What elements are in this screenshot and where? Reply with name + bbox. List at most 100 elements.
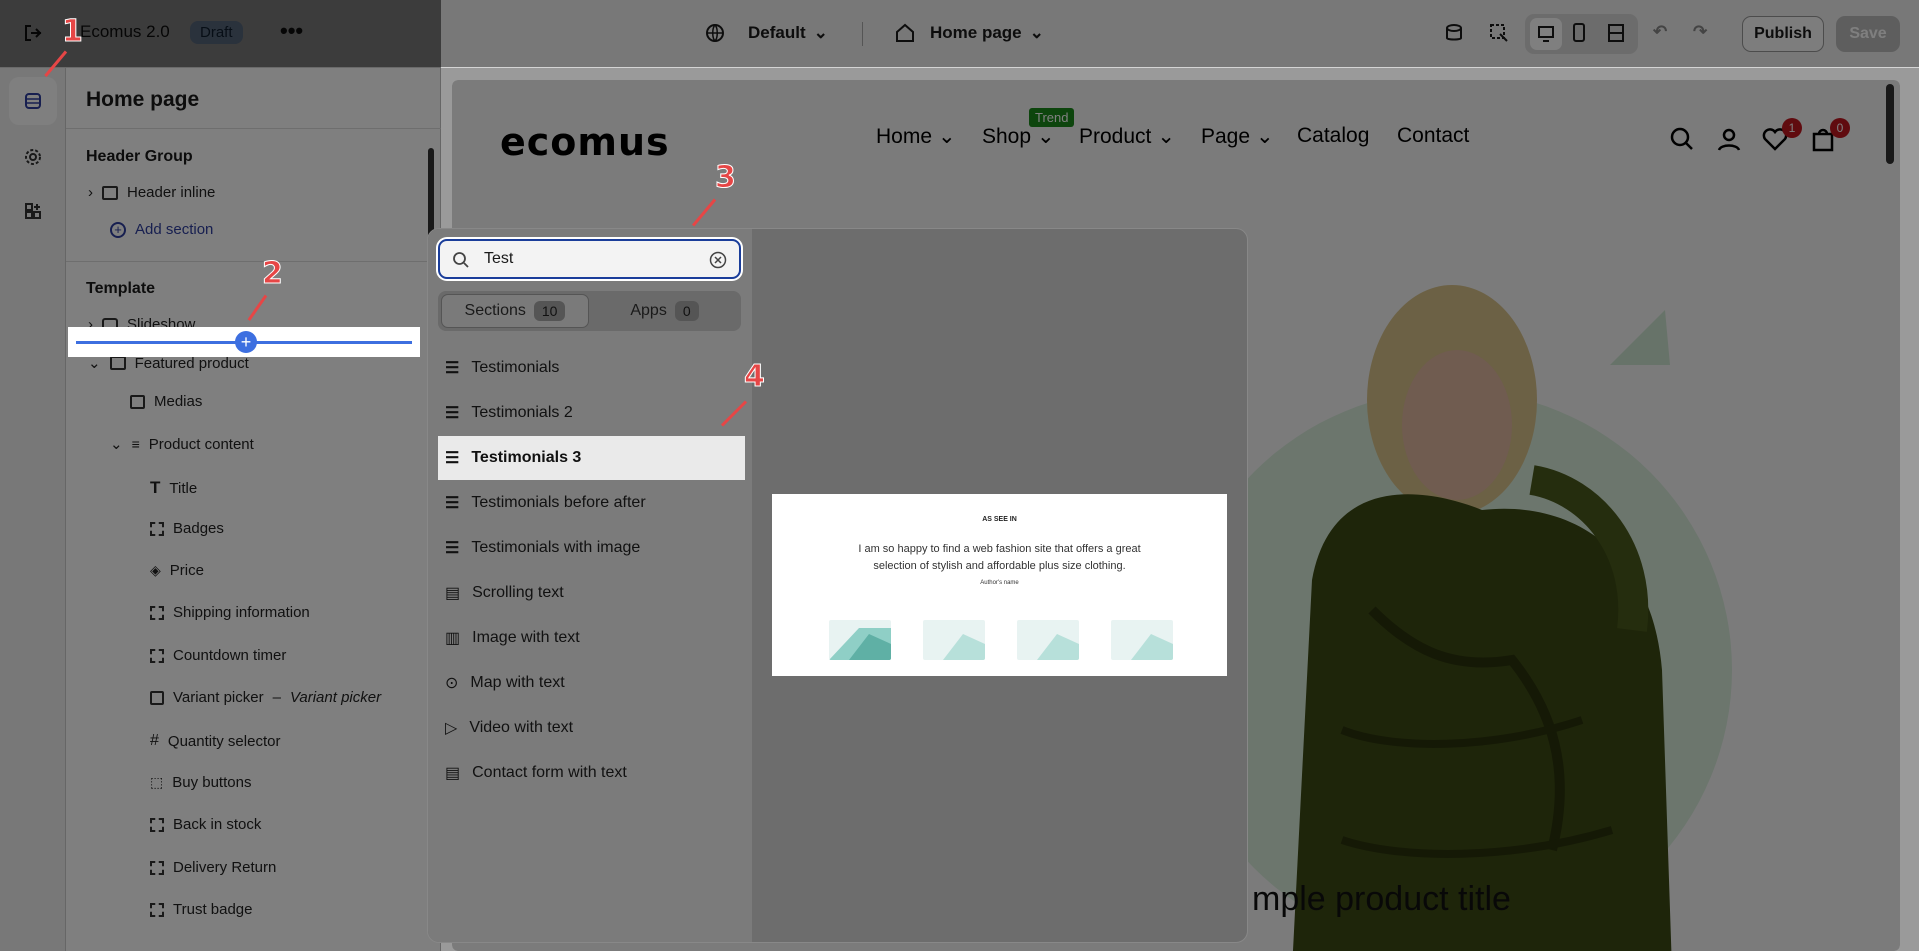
tree-item-quantity-selector[interactable]: # Quantity selector: [150, 732, 280, 750]
text-block-icon: ▤: [445, 765, 461, 782]
tree-item-delivery-return[interactable]: Delivery Return: [150, 859, 276, 876]
section-option-scrolling-text[interactable]: ▤ Scrolling text: [438, 571, 745, 615]
section-option-testimonials-before-after[interactable]: ☰ Testimonials before after: [438, 481, 745, 525]
tree-item-product-content[interactable]: ⌄ ≡ Product content: [110, 435, 254, 454]
section-option-testimonials-2[interactable]: ☰ Testimonials 2: [438, 391, 745, 435]
plus-circle-icon: +: [110, 221, 126, 238]
tree-item-back-in-stock[interactable]: Back in stock: [150, 816, 261, 833]
drop-target-row: +: [68, 327, 420, 357]
section-option-contact-form-with-text[interactable]: ▤ Contact form with text: [438, 751, 745, 795]
section-option-testimonials[interactable]: ☰ Testimonials: [438, 346, 745, 390]
tab-sections[interactable]: Sections 10: [441, 294, 589, 328]
search-icon: [453, 252, 469, 268]
tree-item-separator: –: [272, 689, 281, 706]
section-option-testimonials-3[interactable]: ☰ Testimonials 3: [438, 436, 745, 480]
variant-icon: [150, 690, 164, 705]
apps-icon[interactable]: [9, 187, 57, 235]
section-icon: [102, 185, 118, 200]
icon-rail: [0, 68, 66, 951]
annotation-2: 2: [262, 256, 284, 292]
preview-quote: I am so happy to find a web fashion site…: [858, 543, 1141, 572]
preview-thumbnail: [829, 620, 891, 660]
block-icon: [150, 860, 164, 875]
price-tag-icon: ◈: [150, 562, 161, 578]
testimonial-icon: ☰: [445, 540, 460, 557]
annotation-1: 1: [62, 14, 84, 50]
section-option-map-with-text[interactable]: ⊙ Map with text: [438, 661, 745, 705]
header-group-title: Header Group: [86, 148, 193, 165]
add-section-popup: Sections 10 Apps 0 ☰ Testimonials ☰ Testim…: [427, 228, 1248, 943]
text-block-icon: ▤: [445, 585, 461, 602]
block-icon: [150, 817, 164, 832]
section-option-testimonials-with-image[interactable]: ☰ Testimonials with image: [438, 526, 745, 570]
testimonial-icon: ☰: [445, 360, 460, 377]
annotation-4: 4: [744, 359, 766, 395]
tree-item-label: Price: [169, 562, 204, 579]
preview-heading: AS SEE IN: [982, 516, 1017, 523]
settings-gear-icon[interactable]: [9, 133, 57, 181]
cursor-click-icon: ⬚: [150, 774, 164, 790]
hash-icon: #: [150, 732, 159, 749]
add-section-label: Add section: [135, 221, 214, 238]
sections-panel: Home page Header Group › Header inline +…: [66, 68, 441, 951]
tree-item-buy-buttons[interactable]: ⬚ Buy buttons: [150, 774, 251, 791]
tree-item-title[interactable]: T Title: [150, 478, 197, 498]
popup-tabs: Sections 10 Apps 0: [438, 291, 741, 331]
tree-item-label: Featured product: [134, 354, 249, 372]
popup-list-pane: Sections 10 Apps 0 ☰ Testimonials ☰ Testim…: [428, 229, 752, 942]
section-option-label: Testimonials 2: [471, 404, 573, 421]
top-bar: Ecomus 2.0 Draft ••• Default ⌄ Home page…: [0, 0, 1919, 68]
play-circle-icon: ▷: [445, 720, 458, 737]
tree-item-label: Buy buttons: [172, 774, 252, 791]
tree-item-label: Badges: [173, 520, 224, 537]
section-option-label: Testimonials before after: [471, 494, 646, 511]
tree-item-label: Delivery Return: [173, 859, 277, 876]
add-section-link[interactable]: + Add section: [110, 221, 213, 238]
preview-thumbnail: [923, 620, 985, 660]
block-icon: [150, 521, 164, 536]
image-text-icon: ▥: [445, 630, 461, 647]
section-option-label: Testimonials 3: [471, 449, 582, 466]
tree-item-label: Back in stock: [173, 816, 262, 833]
section-option-label: Testimonials: [471, 359, 560, 376]
section-option-label: Video with text: [469, 719, 574, 736]
tab-apps[interactable]: Apps 0: [591, 294, 738, 328]
tree-item-price[interactable]: ◈ Price: [150, 562, 204, 579]
search-input[interactable]: [484, 250, 684, 268]
tree-item-header-inline[interactable]: › Header inline: [88, 184, 215, 201]
tree-item-label: Title: [169, 479, 198, 497]
search-field[interactable]: [438, 239, 741, 279]
sections-icon[interactable]: [9, 77, 57, 125]
insert-plus-icon[interactable]: +: [235, 331, 257, 353]
tab-label: Sections: [464, 302, 526, 319]
tree-item-label: Quantity selector: [167, 732, 281, 750]
chevron-right-icon: ›: [88, 184, 93, 201]
annotation-3: 3: [715, 160, 737, 196]
tree-item-badges[interactable]: Badges: [150, 520, 224, 537]
tree-item-shipping-information[interactable]: Shipping information: [150, 604, 310, 621]
map-pin-icon: ⊙: [445, 675, 459, 692]
tab-count: 10: [533, 301, 566, 321]
block-icon: [150, 605, 164, 620]
preview-thumbnail: [1017, 620, 1079, 660]
tree-item-medias[interactable]: Medias: [130, 393, 202, 410]
panel-title: Home page: [86, 88, 200, 111]
section-icon: [109, 356, 126, 370]
testimonial-icon: ☰: [445, 495, 460, 512]
tree-item-variant-picker[interactable]: Variant picker – Variant picker: [150, 689, 381, 706]
section-option-video-with-text[interactable]: ▷ Video with text: [438, 706, 745, 750]
testimonial-icon: ☰: [445, 450, 460, 467]
tree-item-label: Variant picker: [173, 689, 264, 706]
media-icon: [130, 394, 145, 409]
section-option-label: Testimonials with image: [471, 539, 641, 556]
tree-item-suffix: Variant picker: [289, 689, 382, 706]
clear-search-icon[interactable]: [709, 251, 727, 269]
tab-label: Apps: [630, 302, 667, 319]
section-option-image-with-text[interactable]: ▥ Image with text: [438, 616, 745, 660]
tree-item-trust-badge[interactable]: Trust badge: [150, 901, 253, 918]
tree-item-label: Product content: [148, 435, 254, 453]
tree-item-countdown-timer[interactable]: Countdown timer: [150, 647, 286, 664]
section-option-label: Map with text: [470, 674, 565, 691]
tree-item-label: Header inline: [127, 184, 216, 201]
section-option-label: Contact form with text: [472, 764, 627, 781]
